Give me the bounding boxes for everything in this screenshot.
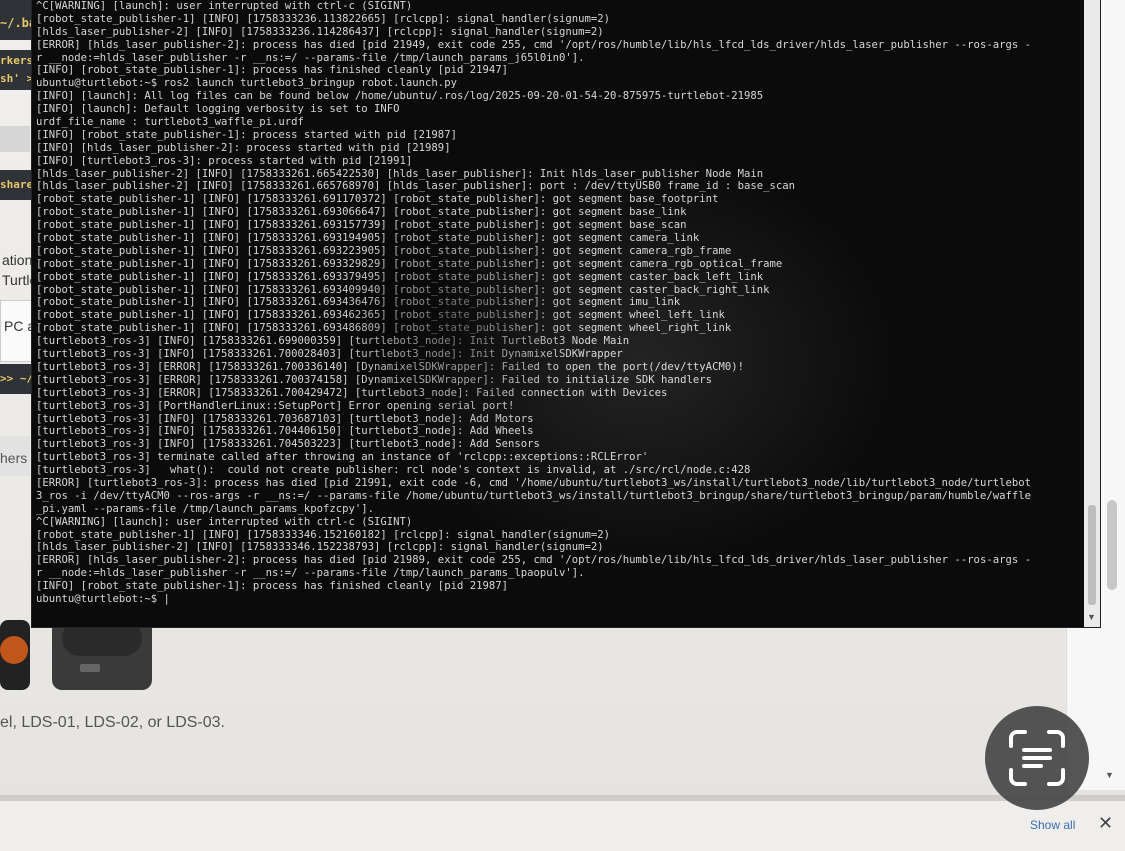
terminal-line: r __node:=hlds_laser_publisher -r __ns:=… bbox=[36, 567, 585, 580]
terminal-line: [turtlebot3_ros-3] what(): could not cre… bbox=[36, 464, 751, 477]
terminal-line: [ERROR] [hlds_laser_publisher-2]: proces… bbox=[36, 38, 1031, 51]
terminal-line: ^C[WARNING] [launch]: user interrupted w… bbox=[36, 0, 413, 12]
terminal-window[interactable]: ^C[WARNING] [launch]: user interrupted w… bbox=[32, 0, 1100, 627]
terminal-line: [robot_state_publisher-1] [INFO] [175833… bbox=[36, 528, 611, 541]
scroll-down-icon[interactable]: ▼ bbox=[1105, 770, 1114, 780]
terminal-line: ^C[WARNING] [launch]: user interrupted w… bbox=[36, 515, 413, 528]
terminal-line: [turtlebot3_ros-3] [INFO] [1758333261.70… bbox=[36, 348, 623, 361]
terminal-line: _pi.yaml --params-file /tmp/launch_param… bbox=[36, 502, 375, 515]
terminal-line: [turtlebot3_ros-3] terminate called afte… bbox=[36, 451, 649, 464]
terminal-line: 3_ros -i /dev/ttyACM0 --ros-args -r __ns… bbox=[36, 489, 1031, 502]
terminal-line: [robot_state_publisher-1] [INFO] [175833… bbox=[36, 322, 732, 335]
terminal-line: [turtlebot3_ros-3] [INFO] [1758333261.69… bbox=[36, 335, 630, 348]
terminal-line: [turtlebot3_ros-3] [ERROR] [1758333261.7… bbox=[36, 373, 713, 386]
terminal-line: [INFO] [robot_state_publisher-1]: proces… bbox=[36, 64, 508, 77]
terminal-line: [INFO] [launch]: Default logging verbosi… bbox=[36, 103, 400, 116]
scroll-down-icon[interactable]: ▼ bbox=[1087, 612, 1096, 622]
terminal-line: [robot_state_publisher-1] [INFO] [175833… bbox=[36, 244, 732, 257]
terminal-line: [turtlebot3_ros-3] [ERROR] [1758333261.7… bbox=[36, 386, 668, 399]
terminal-line: [robot_state_publisher-1] [INFO] [175833… bbox=[36, 206, 687, 219]
terminal-line: [hlds_laser_publisher-2] [INFO] [1758333… bbox=[36, 25, 604, 38]
terminal-line: [INFO] [launch]: All log files can be fo… bbox=[36, 90, 764, 103]
terminal-line: [turtlebot3_ros-3] [ERROR] [1758333261.7… bbox=[36, 360, 744, 373]
terminal-line: [INFO] [robot_state_publisher-1]: proces… bbox=[36, 128, 457, 141]
terminal-line: [robot_state_publisher-1] [INFO] [175833… bbox=[36, 219, 687, 232]
page-scrollbar-thumb[interactable] bbox=[1107, 500, 1117, 590]
download-bar: Show all ✕ bbox=[0, 795, 1125, 851]
terminal-line: [turtlebot3_ros-3] [PortHandlerLinux::Se… bbox=[36, 399, 515, 412]
terminal-line: [ERROR] [turtlebot3_ros-3]: process has … bbox=[36, 476, 1031, 489]
bg-panel bbox=[0, 126, 30, 152]
terminal-line: [robot_state_publisher-1] [INFO] [175833… bbox=[36, 257, 783, 270]
terminal-line: ubuntu@turtlebot:~$ | bbox=[36, 592, 170, 605]
terminal-line: [INFO] [turtlebot3_ros-3]: process start… bbox=[36, 154, 413, 167]
terminal-line: [robot_state_publisher-1] [INFO] [175833… bbox=[36, 309, 725, 322]
terminal-line: urdf_file_name : turtlebot3_waffle_pi.ur… bbox=[36, 116, 304, 129]
terminal-line: [ERROR] [hlds_laser_publisher-2]: proces… bbox=[36, 554, 1031, 567]
show-all-link[interactable]: Show all bbox=[1030, 818, 1075, 832]
terminal-line: [robot_state_publisher-1] [INFO] [175833… bbox=[36, 270, 764, 283]
terminal-line: [hlds_laser_publisher-2] [INFO] [1758333… bbox=[36, 167, 764, 180]
terminal-line: [INFO] [robot_state_publisher-1]: proces… bbox=[36, 580, 508, 593]
close-icon[interactable]: ✕ bbox=[1098, 813, 1113, 834]
terminal-line: [turtlebot3_ros-3] [INFO] [1758333261.70… bbox=[36, 425, 534, 438]
terminal-line: r __node:=hlds_laser_publisher -r __ns:=… bbox=[36, 51, 585, 64]
terminal-scrollbar[interactable]: ▼ bbox=[1084, 0, 1100, 627]
terminal-line: [robot_state_publisher-1] [INFO] [175833… bbox=[36, 232, 700, 245]
terminal-output: ^C[WARNING] [launch]: user interrupted w… bbox=[36, 0, 1084, 627]
terminal-line: [hlds_laser_publisher-2] [INFO] [1758333… bbox=[36, 180, 795, 193]
terminal-line: [INFO] [hlds_laser_publisher-2]: process… bbox=[36, 141, 451, 154]
terminal-scrollbar-thumb[interactable] bbox=[1088, 505, 1096, 605]
terminal-line: [robot_state_publisher-1] [INFO] [175833… bbox=[36, 296, 681, 309]
terminal-line: [robot_state_publisher-1] [INFO] [175833… bbox=[36, 283, 770, 296]
terminal-line: [hlds_laser_publisher-2] [INFO] [1758333… bbox=[36, 541, 604, 554]
terminal-line: [turtlebot3_ros-3] [INFO] [1758333261.70… bbox=[36, 438, 540, 451]
text-scan-icon bbox=[1009, 730, 1065, 786]
terminal-line: [robot_state_publisher-1] [INFO] [175833… bbox=[36, 12, 611, 25]
live-text-scan-button[interactable] bbox=[985, 706, 1089, 810]
page-caption: el, LDS-01, LDS-02, or LDS-03. bbox=[0, 714, 225, 731]
terminal-line: [turtlebot3_ros-3] [INFO] [1758333261.70… bbox=[36, 412, 534, 425]
terminal-line: [robot_state_publisher-1] [INFO] [175833… bbox=[36, 193, 719, 206]
terminal-line: ubuntu@turtlebot:~$ ros2 launch turtlebo… bbox=[36, 77, 457, 90]
